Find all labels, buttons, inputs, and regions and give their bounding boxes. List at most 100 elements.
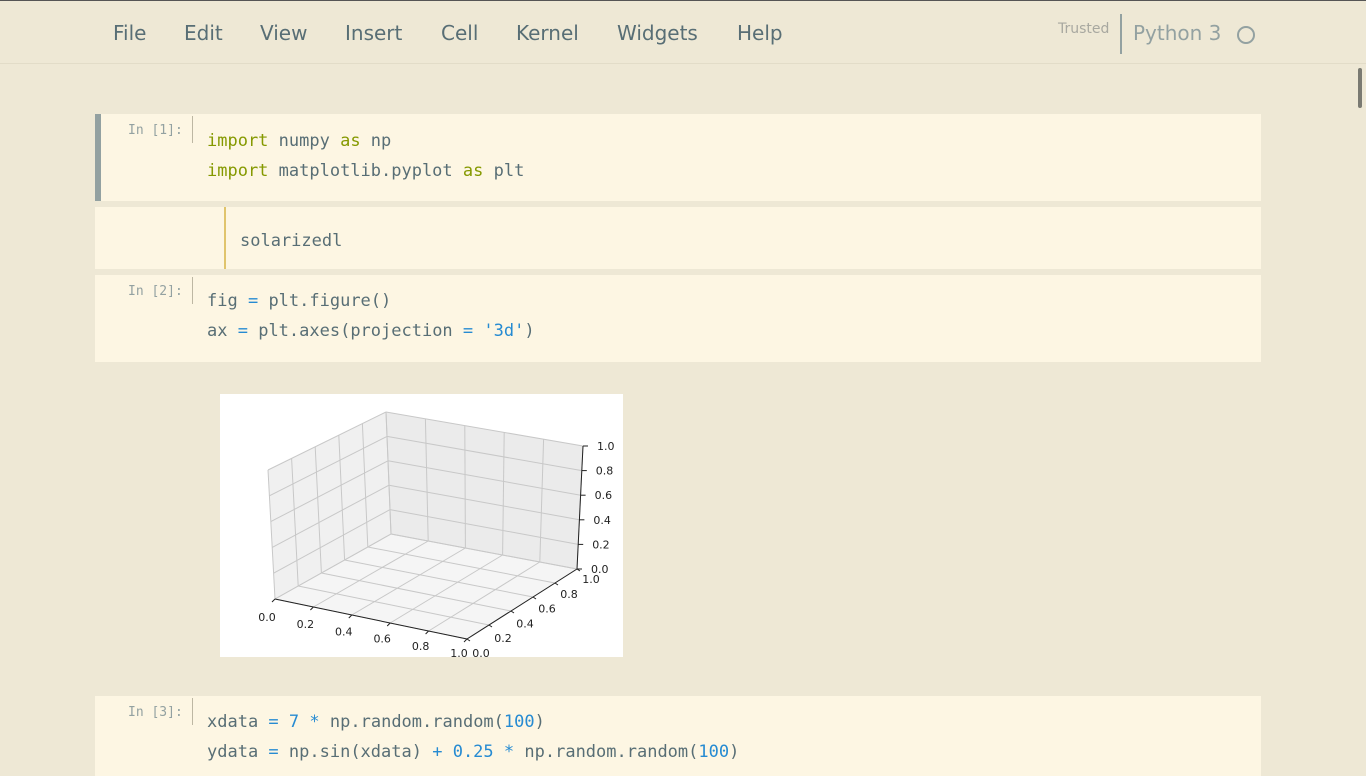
code-op: =: [462, 321, 474, 341]
y-tick-label: 0.4: [516, 617, 534, 630]
code-cell-2[interactable]: [95, 275, 1261, 362]
markdown-edit-bar: [224, 207, 226, 269]
menu-insert[interactable]: Insert: [345, 21, 402, 45]
code-line[interactable]: fig = plt.figure(): [207, 291, 391, 311]
code-text: np.sin(xdata): [278, 742, 433, 762]
code-line[interactable]: import matplotlib.pyplot as plt: [207, 161, 524, 181]
cell-prompt: In [1]:: [128, 123, 183, 138]
code-op: *: [503, 742, 515, 762]
grid-line-back-vertical: [464, 425, 466, 549]
code-text: plt.axes(projection: [247, 321, 463, 341]
code-text: np: [360, 131, 392, 151]
x-tick-label: 0.0: [258, 611, 276, 624]
x-tick: [463, 638, 468, 643]
x-tick-label: 0.8: [412, 640, 430, 653]
code-text: ): [729, 742, 740, 762]
y-tick-label: 0.0: [472, 647, 490, 660]
kernel-separator: [1120, 14, 1122, 54]
x-tick-label: 0.4: [335, 625, 353, 638]
cell-prompt: In [3]:: [128, 705, 183, 720]
x-tick: [386, 622, 391, 627]
y-tick: [510, 610, 515, 614]
x-tick: [310, 606, 314, 611]
cell-prompt: In [2]:: [128, 284, 183, 299]
code-line[interactable]: ax = plt.axes(projection = '3d'): [207, 321, 535, 341]
y-tick-label: 0.6: [538, 603, 556, 616]
prompt-divider: [192, 116, 193, 143]
code-op: =: [247, 291, 259, 311]
menu-kernel[interactable]: Kernel: [516, 21, 579, 45]
code-num: 100: [503, 712, 535, 732]
menu-view[interactable]: View: [260, 21, 307, 45]
x-tick: [425, 630, 429, 635]
code-op: *: [309, 712, 320, 732]
code-op: +: [432, 742, 443, 762]
code-op: =: [268, 712, 279, 732]
code-text: matplotlib.pyplot: [268, 161, 463, 181]
prompt-divider: [192, 698, 193, 725]
code-num: 100: [698, 742, 730, 762]
code-line[interactable]: ydata = np.sin(xdata) + 0.25 * np.random…: [207, 742, 739, 762]
code-op: =: [268, 742, 279, 762]
code-text: fig: [207, 291, 248, 311]
code-kw: as: [340, 131, 361, 151]
code-text: numpy: [268, 131, 341, 151]
code-text: np.random.random(: [514, 742, 699, 762]
y-tick-label: 0.8: [560, 588, 578, 601]
code-cell-3[interactable]: [95, 696, 1261, 776]
y-tick-label: 1.0: [582, 573, 600, 586]
menu-file[interactable]: File: [113, 21, 146, 45]
code-str: '3d': [483, 321, 525, 341]
y-tick: [466, 638, 471, 642]
x-tick-label: 1.0: [450, 647, 468, 660]
x-tick: [348, 614, 353, 619]
code-text: ydata: [207, 742, 269, 762]
z-tick-label: 0.8: [596, 465, 614, 478]
prompt-divider: [192, 277, 193, 304]
kernel-idle-icon: [1237, 26, 1255, 44]
code-kw: import: [207, 131, 269, 151]
markdown-source[interactable]: solarizedl: [240, 231, 342, 251]
y-tick: [488, 624, 493, 628]
scrollbar-thumb[interactable]: [1358, 68, 1362, 108]
output-figure-3d-axes: 0.0 0.0 0.0 0.2 0.2 0.2 0.4 0.4 0.4 0.6 0.6 0.6 0.8 0…: [220, 394, 623, 660]
menu-edit[interactable]: Edit: [184, 21, 223, 45]
code-text: plt.figure(): [258, 291, 392, 311]
code-kw: import: [207, 161, 269, 181]
code-text: ): [524, 321, 535, 341]
menu-help[interactable]: Help: [737, 21, 783, 45]
code-kw: as: [462, 161, 484, 181]
code-cell-1[interactable]: [95, 114, 1261, 201]
z-tick-label: 1.0: [597, 440, 615, 453]
menu-cell[interactable]: Cell: [441, 21, 478, 45]
x-tick: [271, 598, 276, 603]
x-tick-label: 0.2: [297, 618, 315, 631]
y-tick-label: 0.2: [494, 632, 512, 645]
z-tick-label: 0.6: [595, 489, 613, 502]
kernel-name[interactable]: Python 3: [1133, 21, 1221, 45]
code-text: np.random.random(: [319, 712, 504, 732]
code-line[interactable]: import numpy as np: [207, 131, 391, 151]
menu-widgets[interactable]: Widgets: [617, 21, 698, 45]
z-tick-label: 0.4: [593, 514, 611, 527]
code-line[interactable]: xdata = 7 * np.random.random(100): [207, 712, 545, 732]
code-num: 0.25: [452, 742, 494, 762]
trusted-indicator[interactable]: Trusted: [1058, 21, 1109, 37]
code-text: xdata: [207, 712, 269, 732]
code-text: ): [534, 712, 545, 732]
3d-axes-plot: 0.00.00.00.20.20.20.40.40.40.60.60.60.80…: [258, 411, 615, 660]
z-tick-label: 0.2: [592, 538, 610, 551]
y-tick: [532, 596, 537, 600]
code-text: plt: [483, 161, 525, 181]
x-tick-label: 0.6: [373, 633, 391, 646]
code-text: ax: [207, 321, 238, 341]
y-tick: [554, 582, 559, 586]
code-num: 7: [288, 712, 300, 732]
menubar: File Edit View Insert Cell Kernel Widget…: [0, 0, 1366, 64]
code-op: =: [237, 321, 248, 341]
